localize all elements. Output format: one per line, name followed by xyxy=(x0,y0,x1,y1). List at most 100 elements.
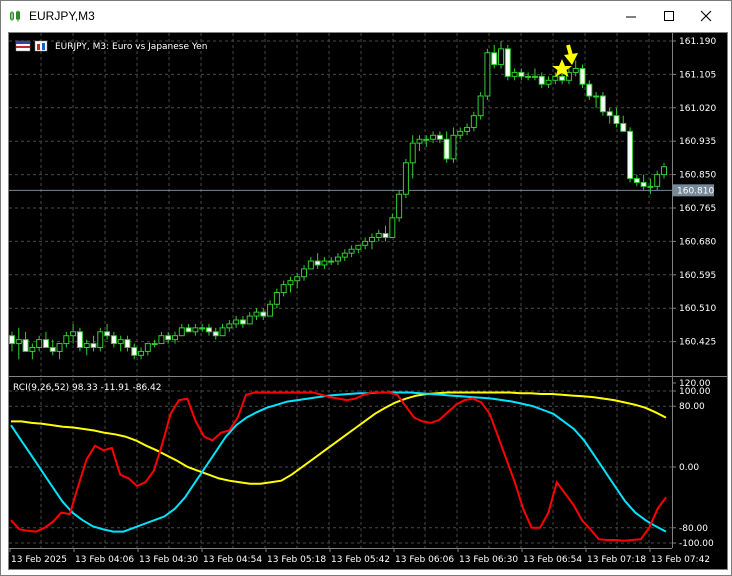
chart-grid xyxy=(9,33,672,548)
candle xyxy=(138,347,145,360)
candle xyxy=(185,323,192,333)
time-tick-label: 13 Feb 06:54 xyxy=(523,555,582,565)
time-tick-label: 13 Feb 04:06 xyxy=(75,555,134,565)
price-tick-label: 161.190 xyxy=(679,37,716,47)
rci-middle-line xyxy=(10,391,667,533)
candle xyxy=(56,343,63,360)
candle xyxy=(267,300,274,317)
candle xyxy=(42,331,49,348)
terminal-window: EURJPY,M3 161.190 161.105 161.020 160.935 16… xyxy=(0,0,732,576)
symbol-label: EURJPY, M3: Euro vs Japanese Yen xyxy=(55,42,207,52)
candle xyxy=(525,72,532,81)
candle xyxy=(239,316,246,328)
chart-icon xyxy=(10,10,20,22)
time-tick-label: 13 Feb 06:30 xyxy=(459,555,518,565)
candle xyxy=(579,64,586,89)
candle xyxy=(273,288,280,309)
price-tick-label: 160.595 xyxy=(679,271,716,281)
price-tick-label: 161.020 xyxy=(679,104,716,114)
candle xyxy=(457,127,464,140)
candle xyxy=(144,343,151,356)
rci-tick-label: -100.00 xyxy=(679,539,714,549)
candle xyxy=(627,127,634,183)
bid-price-label: 160.810 xyxy=(677,186,714,196)
candle xyxy=(368,233,375,250)
time-tick-label: 13 Feb 05:42 xyxy=(331,555,390,565)
candle xyxy=(212,327,219,340)
price-tick-label: 160.680 xyxy=(679,237,716,247)
candle xyxy=(219,323,226,337)
time-tick-label: 13 Feb 2025 xyxy=(11,555,67,565)
time-tick-label: 13 Feb 05:18 xyxy=(267,555,326,565)
rci-tick-label: -80.00 xyxy=(679,524,708,534)
candle xyxy=(443,131,450,163)
candle xyxy=(498,41,504,69)
minimize-button[interactable] xyxy=(614,1,648,31)
candle xyxy=(158,331,165,345)
candle xyxy=(314,253,321,269)
chart-frame[interactable]: 161.190 161.105 161.020 160.935 160.850 160.7… xyxy=(8,32,728,570)
candle xyxy=(416,135,423,152)
candle xyxy=(226,319,233,332)
time-tick-label: 13 Feb 04:54 xyxy=(203,555,262,565)
candle xyxy=(321,257,328,269)
candle xyxy=(63,331,70,348)
candle xyxy=(22,331,29,352)
candle xyxy=(375,229,382,242)
time-tick-label: 13 Feb 06:06 xyxy=(395,555,454,565)
candle xyxy=(396,190,403,222)
chart-canvas[interactable]: 161.190 161.105 161.020 160.935 160.850 160.7… xyxy=(9,33,727,569)
candle xyxy=(545,76,552,89)
candle xyxy=(640,174,647,191)
candle xyxy=(178,323,185,337)
candle xyxy=(511,68,518,81)
candle xyxy=(654,170,661,191)
candle xyxy=(131,343,138,360)
price-tick-label: 161.105 xyxy=(679,70,716,80)
candle xyxy=(253,308,260,320)
candle xyxy=(90,335,97,352)
window-title: EURJPY,M3 xyxy=(29,9,95,23)
candles xyxy=(9,41,667,360)
candle xyxy=(620,115,627,132)
candle xyxy=(36,335,43,352)
candle xyxy=(15,327,22,360)
candle xyxy=(110,331,117,348)
candle xyxy=(70,323,77,344)
price-tick-label: 160.850 xyxy=(679,171,716,181)
candle xyxy=(613,107,620,128)
close-icon xyxy=(700,10,712,22)
symbol-header: EURJPY, M3: Euro vs Japanese Yen xyxy=(15,40,207,52)
candle xyxy=(586,80,593,100)
rci-tick-label: 100.00 xyxy=(679,387,711,397)
candle xyxy=(341,249,348,262)
title-bar[interactable]: EURJPY,M3 xyxy=(1,1,731,31)
axes: 161.190 161.105 161.020 160.935 160.850 160.7… xyxy=(9,33,727,565)
rci-tick-label: 0.00 xyxy=(679,463,699,473)
candle xyxy=(104,323,111,340)
candle xyxy=(593,92,600,108)
candle xyxy=(464,123,471,136)
candle xyxy=(599,92,606,116)
candle xyxy=(287,276,294,293)
candle xyxy=(348,245,355,258)
close-button[interactable] xyxy=(689,1,723,31)
candle xyxy=(450,127,457,163)
candle xyxy=(484,48,491,100)
candle xyxy=(491,44,498,69)
candle xyxy=(470,111,477,132)
price-tick-label: 160.765 xyxy=(679,204,716,214)
candle xyxy=(504,44,511,81)
maximize-button[interactable] xyxy=(652,1,686,31)
candle xyxy=(477,92,484,120)
flag-icon xyxy=(15,40,31,52)
time-tick-label: 13 Feb 04:30 xyxy=(139,555,198,565)
candle xyxy=(335,253,341,265)
candle xyxy=(29,343,36,360)
minimize-icon xyxy=(626,16,636,18)
rci-tick-label: 80.00 xyxy=(679,402,705,412)
candle xyxy=(382,225,389,242)
candle xyxy=(518,68,525,81)
candle xyxy=(124,335,131,352)
candle xyxy=(117,335,124,352)
